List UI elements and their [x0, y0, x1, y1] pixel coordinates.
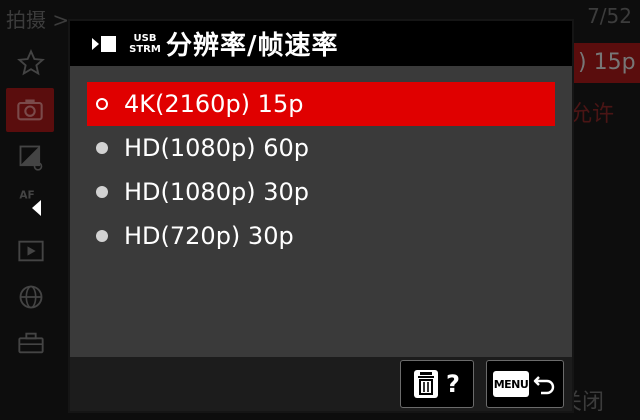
left-arrow-icon	[32, 200, 41, 216]
radio-unselected-icon	[96, 230, 108, 242]
option-item[interactable]: HD(1080p) 30p	[87, 170, 555, 214]
menu-sidebar: AF	[0, 40, 62, 420]
dialog-header: USB STRM 分辨率/帧速率	[70, 21, 572, 66]
breadcrumb: 拍摄 >	[6, 8, 70, 32]
background-selected-value: ) 15p	[568, 43, 640, 83]
toolbox-icon[interactable]	[14, 328, 48, 358]
dialog-title: 分辨率/帧速率	[166, 31, 339, 61]
option-label: HD(720p) 30p	[124, 222, 294, 250]
globe-icon[interactable]	[14, 282, 48, 312]
af-icon[interactable]: AF	[14, 186, 48, 216]
usb-icon-line1: USB	[133, 32, 157, 44]
play-icon[interactable]	[14, 236, 48, 266]
menu-back-button[interactable]: MENU	[486, 360, 564, 408]
usb-icon-line2: STRM	[129, 43, 161, 55]
star-icon[interactable]	[14, 48, 48, 78]
option-label: HD(1080p) 30p	[124, 178, 309, 206]
radio-selected-icon	[96, 98, 108, 110]
menu-badge: MENU	[493, 371, 529, 397]
delete-help-button[interactable]: ?	[400, 360, 474, 408]
trash-icon	[414, 370, 439, 398]
option-item[interactable]: HD(720p) 30p	[87, 214, 555, 258]
exposure-icon[interactable]	[14, 142, 48, 172]
option-label: 4K(2160p) 15p	[124, 90, 304, 118]
option-list: 4K(2160p) 15p HD(1080p) 60p HD(1080p) 30…	[87, 82, 555, 258]
return-arrow-icon	[533, 372, 557, 396]
option-label: HD(1080p) 60p	[124, 134, 309, 162]
help-icon: ?	[446, 370, 460, 398]
option-item[interactable]: HD(1080p) 60p	[87, 126, 555, 170]
background-setting-text: 允许	[570, 102, 615, 127]
radio-unselected-icon	[96, 186, 108, 198]
camera-icon[interactable]	[6, 88, 54, 132]
resolution-framerate-dialog: USB STRM 分辨率/帧速率 4K(2160p) 15p HD(1080p)…	[68, 19, 574, 413]
dialog-footer: ? MENU	[70, 357, 572, 411]
radio-unselected-icon	[96, 142, 108, 154]
option-item[interactable]: 4K(2160p) 15p	[87, 82, 555, 126]
page-indicator: 7/52	[587, 4, 632, 28]
movie-icon	[92, 34, 122, 54]
usb-streaming-icon: USB STRM	[128, 33, 162, 55]
